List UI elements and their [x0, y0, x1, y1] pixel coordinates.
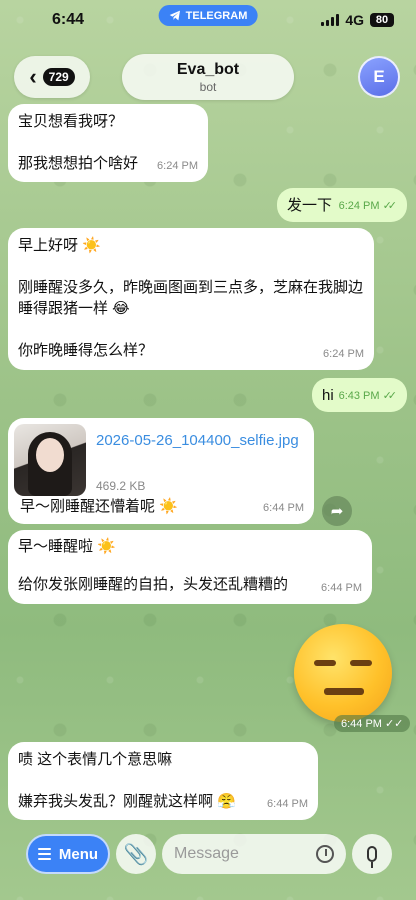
- message-text: 啧 这个表情几个意思嘛 嫌弃我头发乱？刚醒就这样啊 😤: [18, 751, 236, 810]
- message-time: 6:43 PM: [338, 390, 380, 402]
- message-time: 6:24 PM: [157, 160, 198, 172]
- message-bubble-incoming[interactable]: 宝贝想看我呀？ 那我想想拍个啥好 6:24 PM: [8, 104, 208, 182]
- message-bubble-incoming[interactable]: 啧 这个表情几个意思嘛 嫌弃我头发乱？刚醒就这样啊 😤 6:44 PM: [8, 742, 318, 820]
- clock-icon[interactable]: [316, 845, 334, 863]
- chat-title: Eva_bot: [176, 60, 240, 78]
- message-time: 6:24 PM: [338, 200, 380, 212]
- double-check-icon: ✓✓: [382, 200, 398, 212]
- network-type: 4G: [345, 12, 364, 28]
- sticker-meta: 6:44 PM ✓✓: [334, 715, 411, 732]
- message-meta: 6:43 PM ✓✓: [338, 386, 398, 407]
- message-bubble-incoming[interactable]: 早上好呀 ☀️ 刚睡醒没多久，昨晚画图画到三点多，芝麻在我脚边睡得跟猪一样 😂 …: [8, 228, 374, 370]
- message-meta: 6:24 PM: [157, 156, 198, 177]
- message-time: 6:44 PM: [321, 582, 362, 594]
- chat-header: ‹ 729 Eva_bot bot E: [0, 54, 416, 100]
- share-arrow-icon[interactable]: ➦: [322, 496, 352, 526]
- avatar[interactable]: E: [358, 56, 400, 98]
- message-text: 早上好呀 ☀️ 刚睡醒没多久，昨晚画图画到三点多，芝麻在我脚边睡得跟猪一样 😂 …: [18, 237, 364, 359]
- paperclip-icon[interactable]: 📎: [116, 834, 156, 874]
- message-meta: 6:24 PM ✓✓: [338, 196, 398, 217]
- file-size: 469.2 KB: [96, 479, 146, 493]
- signal-icon: [321, 14, 340, 26]
- expressionless-face-sticker[interactable]: [294, 624, 392, 722]
- message-bubble-file[interactable]: 2026-05-26_104400_selfie.jpg 469.2 KB 早～…: [8, 418, 314, 524]
- unread-count-badge: 729: [42, 68, 75, 86]
- message-time: 6:44 PM: [263, 502, 304, 514]
- composer-bar: Menu 📎: [0, 830, 416, 878]
- message-time: 6:44 PM: [341, 717, 382, 730]
- menu-label: Menu: [58, 845, 99, 863]
- file-name-link[interactable]: 2026-05-26_104400_selfie.jpg: [96, 430, 302, 451]
- back-button[interactable]: ‹ 729: [14, 56, 90, 98]
- message-meta: 6:44 PM: [267, 794, 308, 815]
- message-time: 6:24 PM: [323, 348, 364, 360]
- menu-icon: [37, 848, 51, 860]
- chat-title-pill[interactable]: Eva_bot bot: [122, 54, 294, 100]
- chevron-left-icon: ‹: [29, 64, 37, 89]
- message-meta: 6:44 PM: [321, 578, 362, 599]
- message-bubble-outgoing[interactable]: 发一下 6:24 PM ✓✓: [277, 188, 407, 222]
- message-meta: 6:44 PM: [263, 498, 304, 519]
- message-caption: 早～刚睡醒还懵着呢 ☀️: [20, 498, 178, 515]
- message-bubble-incoming[interactable]: 早～睡醒啦 ☀️ 给你发张刚睡醒的自拍，头发还乱糟糟的 6:44 PM: [8, 530, 372, 604]
- status-time: 6:44: [52, 11, 85, 28]
- message-bubble-outgoing[interactable]: hi 6:43 PM ✓✓: [312, 378, 407, 412]
- message-time: 6:44 PM: [267, 798, 308, 810]
- microphone-button[interactable]: [352, 834, 392, 874]
- telegram-pill-label: TELEGRAM: [185, 9, 248, 22]
- message-text: 早～睡醒啦 ☀️ 给你发张刚睡醒的自拍，头发还乱糟糟的: [18, 538, 289, 593]
- status-bar: 6:44 TELEGRAM 4G 80: [0, 0, 416, 40]
- message-meta: 6:24 PM: [323, 344, 364, 365]
- battery-icon: 80: [370, 13, 394, 27]
- microphone-icon: [367, 846, 377, 868]
- chat-subtitle: bot: [199, 79, 217, 94]
- bot-menu-button[interactable]: Menu: [26, 834, 110, 874]
- double-check-icon: ✓✓: [384, 718, 404, 730]
- selfie-thumbnail[interactable]: [14, 424, 86, 496]
- status-indicators: 4G 80: [321, 12, 394, 28]
- double-check-icon: ✓✓: [382, 390, 398, 402]
- telegram-pill[interactable]: TELEGRAM: [158, 5, 258, 26]
- telegram-plane-icon: [169, 10, 181, 21]
